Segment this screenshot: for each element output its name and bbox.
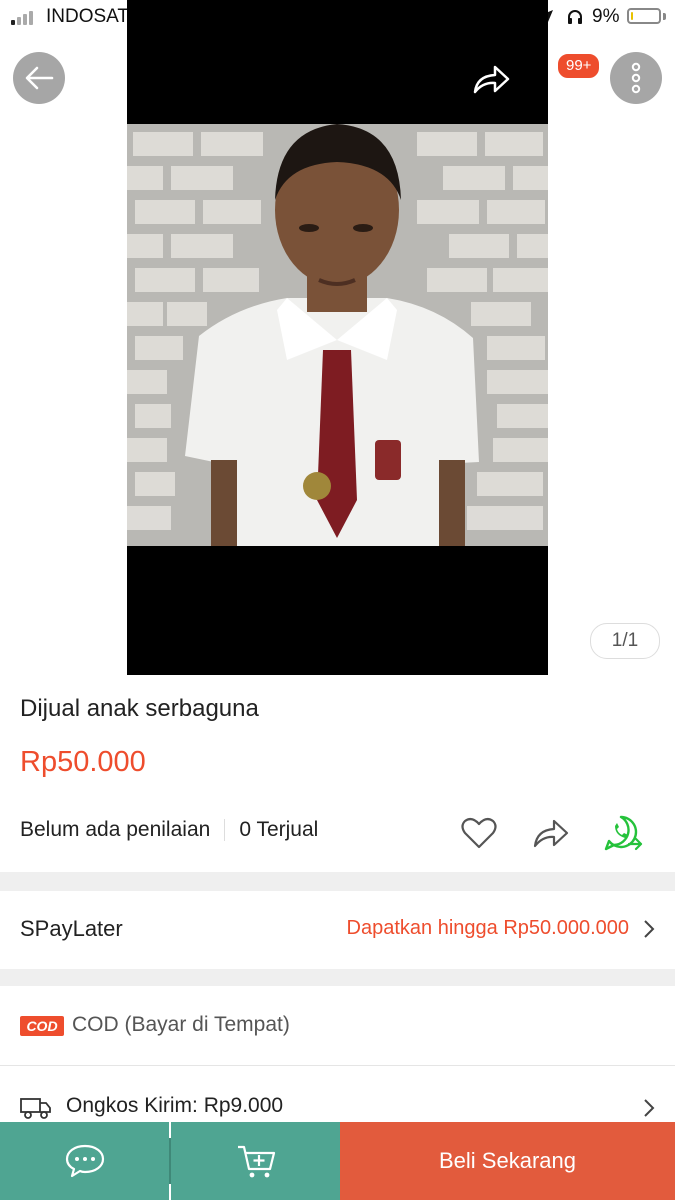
like-button[interactable] — [458, 812, 500, 854]
chat-icon — [65, 1144, 104, 1178]
chat-button[interactable] — [0, 1122, 169, 1200]
cod-label: COD (Bayar di Tempat) — [72, 1013, 290, 1036]
spaylater-label: SPayLater — [20, 916, 123, 941]
headphones-icon — [568, 10, 582, 24]
shipping-cost-label: Ongkos Kirim: Rp9.000 — [66, 1094, 284, 1117]
cod-row: COD COD (Bayar di Tempat) — [0, 986, 675, 1066]
add-to-cart-icon — [237, 1145, 275, 1178]
share-icon — [533, 819, 569, 848]
rating-text: Belum ada penilaian — [20, 818, 211, 841]
section-gap — [0, 969, 675, 986]
shipping-row[interactable]: Ongkos Kirim: Rp9.000 — [0, 1066, 675, 1122]
share-product-button[interactable] — [530, 812, 572, 854]
spaylater-offer: Dapatkan hingga Rp50.000.000 — [346, 917, 629, 939]
sold-count: 0 Terjual — [239, 818, 319, 841]
back-arrow-icon — [25, 66, 54, 90]
divider — [224, 819, 226, 841]
back-button[interactable] — [13, 52, 65, 104]
heart-icon — [461, 817, 497, 849]
product-price: Rp50.000 — [20, 746, 146, 778]
carrier-name: INDOSAT — [46, 6, 130, 27]
cod-badge: COD — [20, 1016, 64, 1036]
share-icon — [473, 65, 510, 94]
whatsapp-share-button[interactable] — [602, 812, 644, 854]
more-options-button[interactable] — [610, 52, 662, 104]
chevron-right-icon — [644, 1099, 655, 1117]
battery-percent: 9% — [592, 6, 620, 27]
truck-icon — [20, 1098, 51, 1119]
cart-count-badge: 99+ — [556, 52, 602, 80]
image-counter: 1/1 — [590, 623, 660, 659]
product-title: Dijual anak serbaguna — [20, 695, 259, 722]
bottom-action-bar: Beli Sekarang — [0, 1122, 675, 1200]
battery-icon — [627, 8, 661, 24]
section-gap — [0, 872, 675, 891]
chevron-right-icon — [644, 920, 655, 938]
share-top-button[interactable] — [468, 56, 514, 102]
whatsapp-icon — [604, 815, 643, 851]
more-vertical-icon — [631, 62, 641, 94]
add-to-cart-button[interactable] — [171, 1122, 340, 1200]
rating-row: Belum ada penilaian 0 Terjual — [20, 818, 318, 842]
buy-now-button[interactable]: Beli Sekarang — [340, 1122, 675, 1200]
spaylater-row[interactable]: SPayLater Dapatkan hingga Rp50.000.000 — [0, 891, 675, 969]
